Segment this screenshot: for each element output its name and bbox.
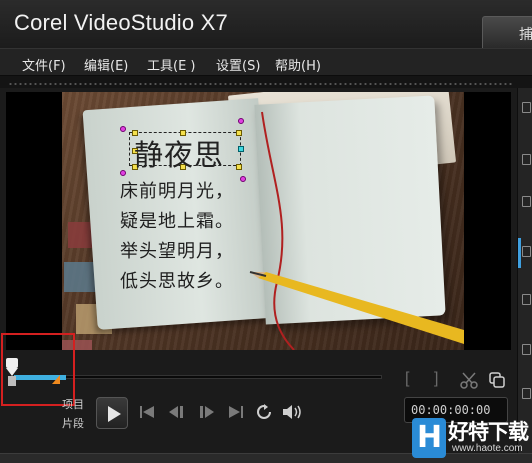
mark-out-icon[interactable]: ] (434, 370, 438, 388)
watermark-url: www.haote.com (452, 443, 523, 454)
repeat-icon[interactable] (256, 404, 272, 420)
skew-handle[interactable] (238, 146, 244, 152)
path-icon[interactable] (522, 388, 531, 399)
rotate-handle[interactable] (120, 126, 126, 132)
poem-line[interactable]: 疑是地上霜。 (120, 207, 234, 233)
resize-handle[interactable] (236, 130, 242, 136)
poem-title[interactable]: 静夜思 (134, 132, 224, 174)
copy-icon[interactable] (488, 371, 506, 389)
menu-settings[interactable]: 设置(S) (216, 55, 260, 74)
filter-icon[interactable] (522, 344, 531, 355)
rotate-handle[interactable] (238, 118, 244, 124)
watermark-name: 好特下载 (448, 420, 529, 444)
previous-frame-icon[interactable] (168, 405, 186, 419)
graphic-icon[interactable] (522, 294, 531, 305)
preview-screen[interactable]: 静夜思 床前明月光， 疑是地上霜。 举头望明月， 低头思故乡。 (6, 92, 511, 350)
side-active-indicator (518, 238, 521, 268)
menu-tools[interactable]: 工具(E ) (147, 55, 196, 74)
poem-line[interactable]: 床前明月光， (120, 177, 234, 203)
menu-bar: 文件(F) 编辑(E) 工具(E ) 设置(S) 帮助(H) (0, 48, 532, 76)
menu-edit[interactable]: 编辑(E) (84, 55, 128, 74)
transition-icon[interactable] (522, 196, 531, 207)
end-icon[interactable] (228, 405, 244, 419)
volume-icon[interactable] (282, 404, 304, 420)
menu-help[interactable]: 帮助(H) (275, 55, 321, 74)
panel-grip (8, 82, 513, 86)
app-title: Corel VideoStudio X7 (14, 10, 228, 35)
title-icon[interactable] (522, 246, 531, 257)
scissors-icon[interactable] (460, 371, 478, 389)
side-toolbar (517, 88, 532, 463)
mode-project-label[interactable]: 项目 (62, 396, 84, 412)
instant-project-icon[interactable] (522, 154, 531, 165)
resize-handle[interactable] (236, 164, 242, 170)
poem-line[interactable]: 低头思故乡。 (120, 267, 234, 293)
play-button[interactable] (96, 397, 128, 429)
watermark-logo-letter: H (417, 420, 443, 455)
preview-panel: 静夜思 床前明月光， 疑是地上霜。 举头望明月， 低头思故乡。 项目 片段 [ … (0, 88, 517, 463)
rotate-handle[interactable] (120, 170, 126, 176)
next-frame-icon[interactable] (198, 405, 216, 419)
preview-image: 静夜思 床前明月光， 疑是地上霜。 举头望明月， 低头思故乡。 (62, 92, 464, 350)
mark-in-icon[interactable]: [ (405, 370, 409, 388)
rotate-handle[interactable] (240, 176, 246, 182)
home-icon[interactable] (140, 405, 156, 419)
poem-line[interactable]: 举头望明月， (120, 237, 234, 263)
title-bar: Corel VideoStudio X7 捕 (0, 0, 532, 48)
menu-file[interactable]: 文件(F) (22, 55, 66, 74)
media-icon[interactable] (522, 102, 531, 113)
timeline-toolbar (0, 453, 532, 463)
mode-clip-label[interactable]: 片段 (62, 415, 84, 431)
watermark-logo: H (412, 418, 446, 458)
tab-capture[interactable]: 捕 (482, 16, 532, 48)
